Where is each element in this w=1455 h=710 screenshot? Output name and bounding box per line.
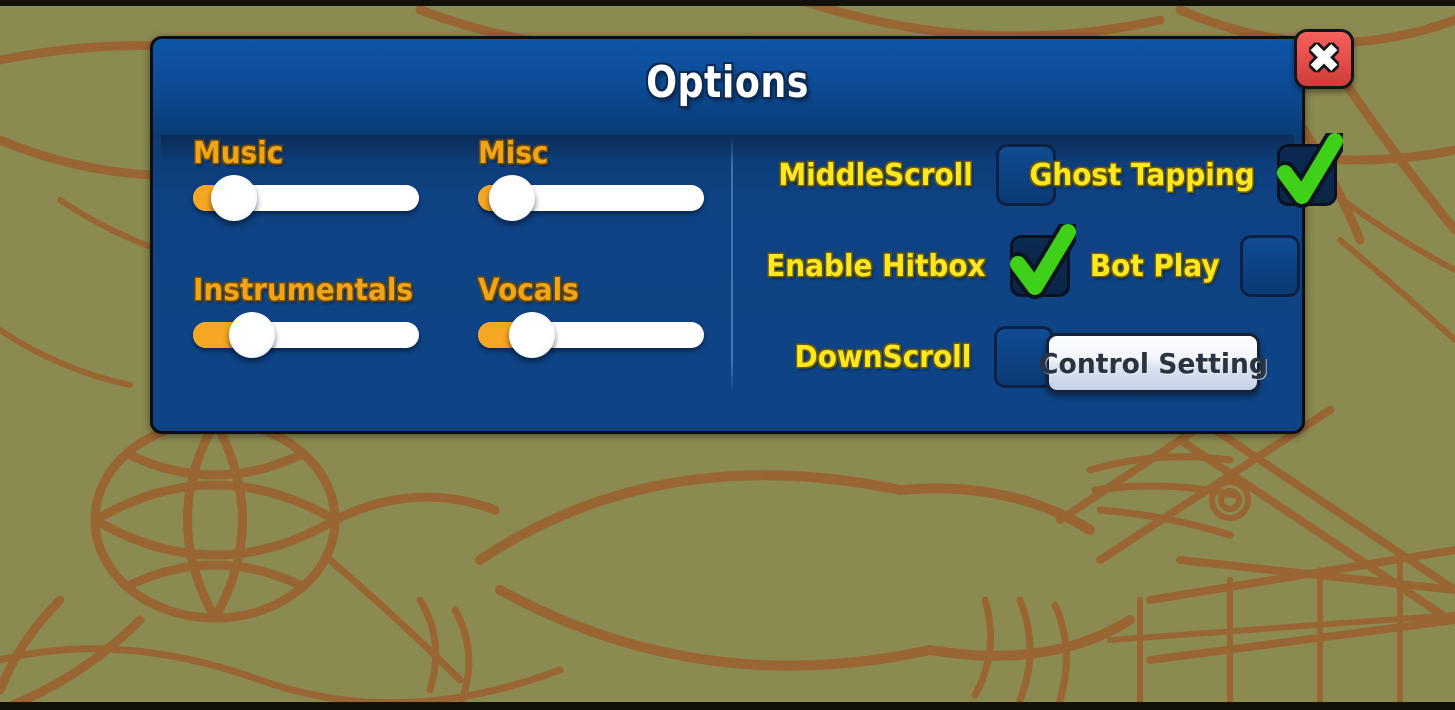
dialog-body: Music Misc Instrumentals Vocals MiddleSc…	[153, 108, 1344, 402]
toggle-label-bot-play: Bot Play	[1089, 248, 1220, 284]
toggle-row-bot-play: Bot Play	[1085, 235, 1301, 297]
sliders-pane: Music Misc Instrumentals Vocals	[153, 130, 731, 402]
slider-vocals[interactable]	[478, 312, 704, 358]
slider-label-instrumentals: Instrumentals	[193, 273, 414, 308]
slider-thumb-misc[interactable]	[488, 175, 535, 221]
toggle-row-ghost-tapping: Ghost Tapping	[1021, 133, 1344, 208]
close-button[interactable]: ✖	[1294, 29, 1354, 89]
checkbox-ghost-tapping[interactable]	[1277, 133, 1344, 208]
toggle-label-downscroll: DownScroll	[794, 339, 972, 375]
slider-group-vocals: Vocals	[478, 273, 704, 358]
slider-instrumentals[interactable]	[193, 312, 419, 358]
slider-label-music: Music	[193, 136, 284, 171]
toggle-row-downscroll: DownScroll	[788, 326, 1054, 388]
checkmark-icon	[1009, 224, 1076, 299]
toggle-label-middlescroll: MiddleScroll	[778, 157, 973, 193]
toggles-pane: MiddleScroll Ghost Tapping Enable Hitbox	[733, 130, 1344, 402]
toggle-row-middlescroll: MiddleScroll	[771, 144, 1057, 206]
slider-group-misc: Misc	[478, 136, 704, 221]
slider-group-music: Music	[193, 136, 419, 221]
checkbox-enable-hitbox[interactable]	[1009, 224, 1076, 299]
checkmark-icon	[1277, 133, 1344, 208]
slider-thumb-instrumentals[interactable]	[228, 312, 275, 358]
toggle-label-ghost-tapping: Ghost Tapping	[1029, 157, 1255, 193]
checkbox-bot-play[interactable]	[1240, 235, 1301, 297]
control-setting-label: Control Setting	[1038, 346, 1268, 380]
slider-thumb-music[interactable]	[210, 175, 257, 221]
page-title: Options	[646, 57, 809, 108]
close-x-icon: ✖	[1307, 36, 1341, 82]
slider-misc[interactable]	[478, 175, 704, 221]
slider-thumb-vocals[interactable]	[509, 312, 556, 358]
toggle-label-enable-hitbox: Enable Hitbox	[766, 248, 986, 284]
slider-label-vocals: Vocals	[478, 273, 579, 308]
toggle-row-enable-hitbox: Enable Hitbox	[758, 224, 1076, 299]
slider-music[interactable]	[193, 175, 419, 221]
control-setting-button[interactable]: Control Setting	[1039, 333, 1267, 393]
slider-group-instrumentals: Instrumentals	[193, 273, 430, 358]
slider-label-misc: Misc	[478, 136, 549, 171]
options-dialog: Options ✖ Music Misc Instrumentals Vocal…	[150, 29, 1354, 434]
